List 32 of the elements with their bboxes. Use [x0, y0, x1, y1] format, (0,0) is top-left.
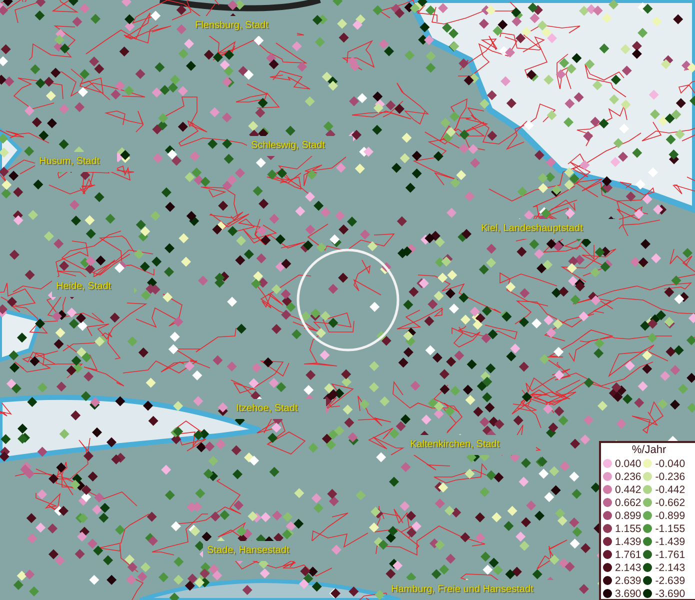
- legend-value: 0.236: [615, 470, 642, 482]
- legend-value: 0.662: [615, 496, 642, 508]
- legend-value: -2.143: [655, 562, 686, 574]
- place-label: Kaltenkirchen, Stadt: [410, 439, 500, 451]
- place-label: Flensburg, Stadt: [195, 20, 268, 32]
- legend-value: 2.143: [615, 562, 642, 574]
- legend-value: -0.442: [655, 484, 686, 496]
- legend-value: 1.155: [615, 522, 642, 534]
- legend-value: -1.761: [655, 548, 686, 560]
- place-label: Kiel, Landeshauptstadt: [481, 223, 583, 235]
- place-label: Husum, Stadt: [39, 156, 100, 168]
- place-label: Hamburg, Freie und Hansestadt: [391, 584, 534, 596]
- legend-value: 3.690: [615, 588, 642, 600]
- legend-value: -0.662: [655, 496, 686, 508]
- legend-value: -1.155: [655, 522, 686, 534]
- legend-value: -0.040: [655, 458, 686, 470]
- place-label: Schleswig, Stadt: [251, 140, 325, 152]
- legend-value: -0.236: [655, 470, 686, 482]
- legend-value: 1.439: [615, 536, 642, 548]
- legend-value: -1.439: [655, 536, 686, 548]
- legend-value: -2.639: [655, 574, 686, 586]
- place-label: Stade, Hansestadt: [207, 545, 290, 557]
- legend-value: -3.690: [655, 588, 686, 600]
- legend-value: 0.442: [615, 484, 642, 496]
- place-label: Heide, Stadt: [56, 281, 112, 293]
- legend-value: 0.899: [615, 510, 642, 522]
- legend-value: 0.040: [615, 458, 642, 470]
- legend-value: 1.761: [615, 548, 642, 560]
- place-label: Itzehoe, Stadt: [236, 403, 298, 415]
- legend-value: 2.639: [615, 574, 642, 586]
- legend-title: %/Jahr: [630, 444, 668, 457]
- legend-value: -0.899: [655, 510, 686, 522]
